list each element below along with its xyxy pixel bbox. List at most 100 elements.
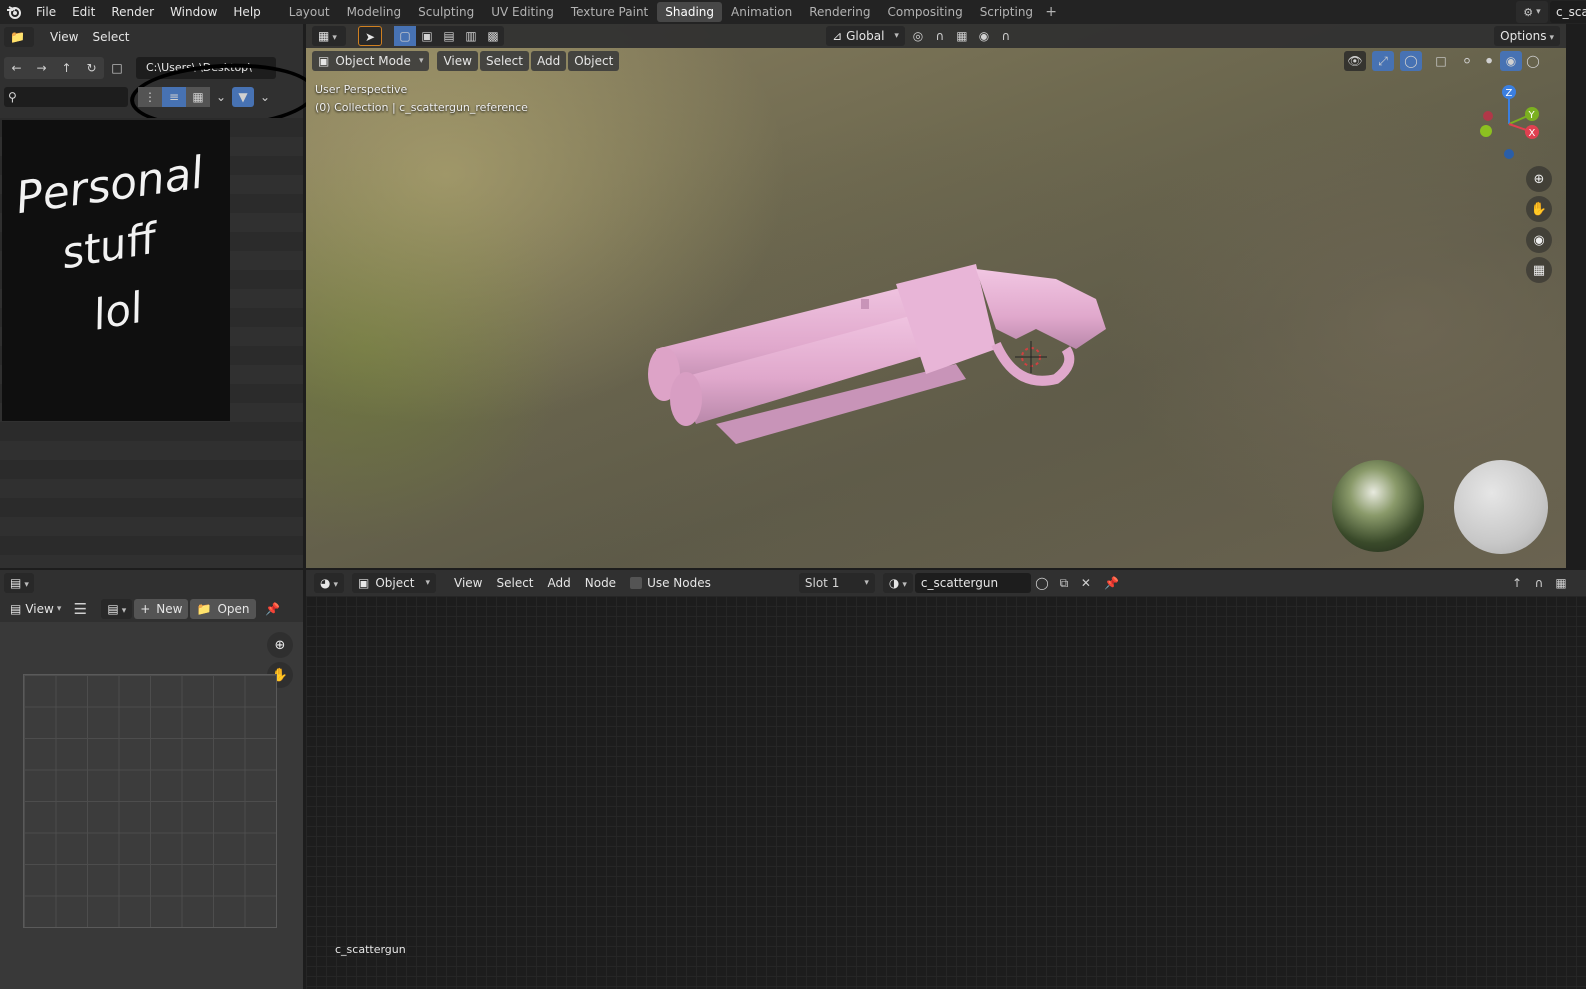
navigation-gizmo[interactable]: Z Y X — [1474, 84, 1544, 164]
visibility-eye-icon[interactable]: 👁 — [1344, 51, 1366, 71]
thumbnails-icon[interactable]: ▦ — [186, 87, 210, 107]
pan-hand-icon[interactable]: ✋ — [1526, 196, 1552, 222]
image-view-dropdown[interactable]: ▤ View ▾ — [4, 599, 67, 619]
tab-compositing[interactable]: Compositing — [879, 2, 970, 22]
duplicate-material-icon[interactable]: ⧉ — [1053, 573, 1075, 593]
tab-texture-paint[interactable]: Texture Paint — [563, 2, 656, 22]
scene-name-field[interactable]: c_sca — [1550, 1, 1586, 23]
menu-help[interactable]: Help — [225, 0, 268, 24]
select-new-icon[interactable]: ▢ — [394, 26, 417, 46]
gizmo-neg-z-axis[interactable] — [1504, 149, 1514, 159]
menu-select-fb[interactable]: Select — [86, 27, 135, 47]
refresh-icon[interactable]: ↻ — [79, 57, 104, 79]
proportional-edit-icon[interactable]: ◉ — [973, 26, 995, 46]
menu-object-3d[interactable]: Object — [568, 51, 620, 71]
search-input[interactable]: ⚲ — [4, 87, 128, 107]
chevron-down-icon[interactable]: ⌄ — [210, 87, 232, 107]
editor-type-button[interactable]: 📁 — [4, 27, 34, 47]
menu-view-fb[interactable]: View — [44, 27, 84, 47]
tab-layout[interactable]: Layout — [281, 2, 338, 22]
select-intersect-icon[interactable]: ▩ — [482, 26, 504, 46]
gizmo-toggle-icon[interactable]: ⤢ — [1372, 51, 1394, 71]
solid-shading-icon[interactable]: ⚫ — [1478, 51, 1500, 71]
filter-options-chevron-icon[interactable]: ⌄ — [254, 87, 276, 107]
shader-type-dropdown[interactable]: ▣ Object ▾ — [352, 573, 436, 593]
open-image-button[interactable]: 📁 Open — [190, 599, 256, 619]
new-image-button[interactable]: + New — [134, 599, 189, 619]
snap-node-icon[interactable]: ∩ — [1528, 573, 1550, 593]
wireframe-shading-icon[interactable]: ⚪ — [1456, 51, 1478, 71]
blender-logo-icon[interactable] — [0, 0, 28, 24]
image-browse-button[interactable]: ▤ ▾ — [101, 599, 133, 619]
falloff-curve-icon[interactable]: ∩ — [995, 26, 1017, 46]
new-folder-icon[interactable]: □ — [106, 58, 128, 78]
xray-icon[interactable]: □ — [1430, 51, 1452, 71]
pivot-point-icon[interactable]: ◎ — [907, 26, 929, 46]
tab-modeling[interactable]: Modeling — [339, 2, 410, 22]
material-preview-icon[interactable]: ◉ — [1500, 51, 1522, 71]
tab-animation[interactable]: Animation — [723, 2, 800, 22]
object-mode-dropdown[interactable]: ▣ Object Mode ▾ — [312, 51, 430, 71]
scattergun-model[interactable] — [636, 249, 1116, 449]
pin-icon-node[interactable]: 📌 — [1101, 573, 1123, 593]
back-arrow-icon[interactable]: ← — [4, 57, 29, 79]
snap-magnet-icon[interactable]: ∩ — [929, 26, 951, 46]
material-name-field[interactable]: c_scattergun — [914, 573, 1031, 593]
menu-node-node[interactable]: Node — [579, 573, 622, 593]
camera-view-icon[interactable]: ◉ — [1526, 227, 1552, 253]
menu-select-3d[interactable]: Select — [479, 51, 529, 71]
add-workspace-button[interactable]: + — [1042, 4, 1060, 20]
options-dropdown[interactable]: Options ▾ — [1494, 26, 1560, 46]
tab-scripting[interactable]: Scripting — [972, 2, 1041, 22]
tab-sculpting[interactable]: Sculpting — [410, 2, 482, 22]
menu-view-node[interactable]: View — [448, 573, 488, 593]
pin-icon[interactable]: 📌 — [262, 599, 284, 619]
snap-grid-icon[interactable]: ▦ — [1550, 573, 1572, 593]
menu-edit[interactable]: Edit — [64, 0, 103, 24]
material-slot-dropdown[interactable]: Slot 1 ▾ — [798, 573, 875, 593]
list-vertical-icon[interactable]: ⋮ — [138, 87, 162, 107]
list-horizontal-icon[interactable]: ≡ — [162, 87, 186, 107]
material-browse-button[interactable]: ◑ ▾ — [882, 573, 913, 593]
editor-type-button-3d[interactable]: ▦ ▾ — [312, 26, 346, 46]
parent-directory-icon[interactable]: ↑ — [54, 57, 79, 79]
select-extend-icon[interactable]: ▣ — [416, 26, 438, 46]
tab-uv-editing[interactable]: UV Editing — [483, 2, 562, 22]
perspective-label: User Perspective — [315, 83, 408, 96]
overlay-toggle-icon[interactable]: ◯ — [1400, 51, 1422, 71]
shader-node-editor[interactable]: ◕ ▾ ▣ Object ▾ View Select Add Node Use N… — [306, 570, 1586, 989]
3d-cursor-icon[interactable] — [1015, 341, 1047, 373]
zoom-icon-image[interactable]: ⊕ — [267, 632, 293, 658]
gizmo-neg-y-axis[interactable] — [1480, 125, 1492, 137]
node-canvas-grid[interactable] — [306, 596, 1586, 989]
scene-icon[interactable]: ⚙ ▾ — [1516, 1, 1548, 23]
menu-select-node[interactable]: Select — [490, 573, 539, 593]
editor-type-button-image[interactable]: ▤ ▾ — [4, 573, 34, 593]
use-nodes-checkbox[interactable]: Use Nodes — [624, 573, 717, 593]
tab-rendering[interactable]: Rendering — [801, 2, 878, 22]
forward-arrow-icon[interactable]: → — [29, 57, 54, 79]
ortho-toggle-icon[interactable]: ▦ — [1526, 257, 1552, 283]
hamburger-menu-icon[interactable]: ☰ — [69, 599, 91, 619]
fake-user-shield-icon[interactable]: ◯ — [1031, 573, 1053, 593]
menu-file[interactable]: File — [28, 0, 64, 24]
gizmo-neg-x-axis[interactable] — [1483, 111, 1493, 121]
filter-icon[interactable]: ▼ — [232, 87, 254, 107]
parent-node-tree-icon[interactable]: ↑ — [1506, 573, 1528, 593]
rendered-shading-icon[interactable]: ◯ — [1522, 51, 1544, 71]
unlink-material-icon[interactable]: ✕ — [1075, 573, 1097, 593]
menu-add-node[interactable]: Add — [542, 573, 577, 593]
editor-type-button-node[interactable]: ◕ ▾ — [314, 573, 344, 593]
menu-render[interactable]: Render — [103, 0, 162, 24]
select-subtract-icon[interactable]: ▤ — [438, 26, 460, 46]
zoom-icon[interactable]: ⊕ — [1526, 166, 1552, 192]
menu-view-3d[interactable]: View — [437, 51, 478, 71]
transform-orientation-dropdown[interactable]: ⊿ Global ▾ — [826, 26, 905, 46]
select-tool-button[interactable]: ➤ — [358, 26, 383, 46]
menu-add-3d[interactable]: Add — [530, 51, 567, 71]
select-invert-icon[interactable]: ▥ — [460, 26, 482, 46]
snap-target-icon[interactable]: ▦ — [951, 26, 973, 46]
3d-viewport[interactable]: ▦ ▾ ➤ ▢ ▣ ▤ ▥ ▩ ⊿ Global ▾ ◎ ∩ ▦ ◉ ∩ Opti… — [306, 24, 1566, 568]
menu-window[interactable]: Window — [162, 0, 225, 24]
tab-shading[interactable]: Shading — [657, 2, 722, 22]
